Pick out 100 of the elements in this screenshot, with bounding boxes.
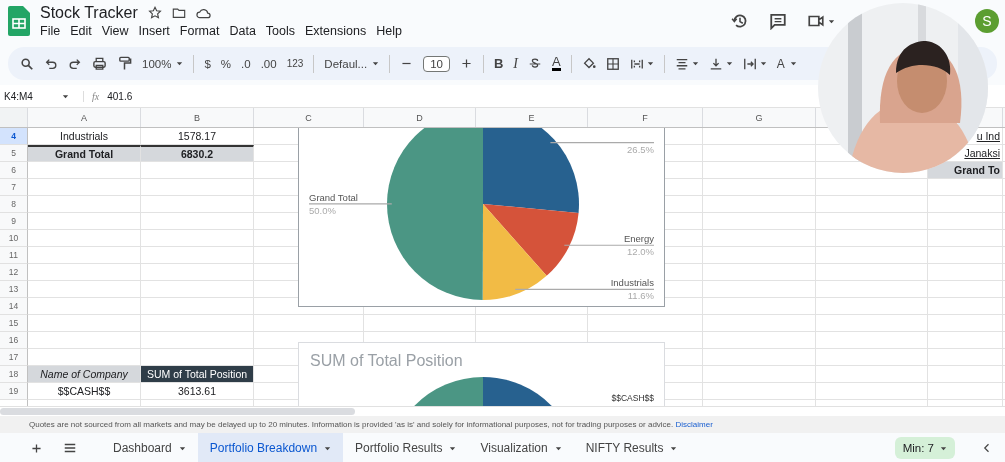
disclaimer-link[interactable]: Disclaimer (675, 420, 713, 429)
zoom-dropdown[interactable]: 100% (142, 57, 184, 70)
align-center-icon[interactable] (674, 56, 689, 71)
menu-item[interactable]: Extensions (305, 24, 367, 38)
table-cell: Grand Total (28, 145, 141, 162)
text-rotation-button[interactable]: A (776, 56, 797, 71)
caret-icon[interactable] (554, 444, 562, 452)
caret-icon[interactable] (789, 60, 797, 67)
increase-decimal-button[interactable]: .00 (260, 57, 277, 70)
row-number[interactable]: 11 (0, 247, 28, 264)
caret-icon[interactable] (62, 92, 69, 100)
row-number[interactable]: 16 (0, 332, 28, 349)
undo-icon[interactable] (44, 56, 58, 71)
print-icon[interactable] (92, 56, 107, 71)
notice-text: Quotes are not sourced from all markets and may be delayed up to 20 minutes. Information is provided 'as is' and solely for informational purposes, not for trading purposes or advice. Disclaimer (29, 420, 713, 429)
row-number[interactable]: 8 (0, 196, 28, 213)
formula-field[interactable]: 401.6 (107, 90, 133, 102)
row-number[interactable]: 17 (0, 349, 28, 366)
row-number[interactable]: 18 (0, 366, 28, 383)
align-bottom-icon[interactable] (708, 56, 723, 71)
sheet-tab[interactable]: Portfolio Breakdown (197, 433, 344, 462)
caret-icon[interactable] (176, 60, 184, 67)
caret-icon[interactable] (646, 60, 654, 67)
column-header[interactable]: F (642, 112, 648, 123)
folder-icon[interactable] (171, 6, 186, 20)
row-number[interactable]: 5 (0, 145, 28, 162)
row-number[interactable]: 4 (0, 128, 28, 145)
caret-icon[interactable] (725, 60, 733, 67)
menu-item[interactable]: View (101, 24, 129, 38)
text-color-button[interactable]: A (552, 56, 561, 71)
number-format-button[interactable]: 123 (286, 58, 304, 69)
caret-icon[interactable] (178, 444, 186, 452)
row-number[interactable]: 9 (0, 213, 28, 230)
caret-icon[interactable] (449, 444, 457, 452)
redo-icon[interactable] (68, 56, 82, 71)
comment-icon[interactable] (769, 12, 787, 30)
caret-icon[interactable] (691, 60, 699, 67)
scrollbar-thumb[interactable] (0, 408, 355, 415)
star-icon[interactable] (147, 6, 162, 20)
table-cell: 3613.61 (141, 383, 254, 400)
caret-icon[interactable] (940, 444, 947, 452)
decrease-decimal-button[interactable]: .0 (241, 57, 251, 70)
currency-format-button[interactable]: $ (204, 57, 211, 70)
history-icon[interactable] (731, 12, 749, 30)
table-cell: Grand To (928, 162, 1003, 179)
column-header[interactable]: G (755, 112, 763, 123)
menu-item[interactable]: Insert (138, 24, 170, 38)
strikethrough-icon[interactable] (528, 56, 543, 71)
paint-roller-icon[interactable] (117, 56, 132, 71)
table-cell: 6830.2 (141, 145, 254, 162)
text-wrap-icon[interactable] (742, 56, 757, 71)
caret-icon[interactable] (372, 60, 380, 67)
category-label: Grand Total (309, 191, 358, 203)
menu-item[interactable]: File (40, 24, 61, 38)
row-number[interactable]: 10 (0, 230, 28, 247)
column-header[interactable]: E (528, 112, 535, 123)
plus-icon[interactable] (459, 57, 473, 70)
menu-icon[interactable] (63, 441, 77, 455)
font-dropdown[interactable]: Defaul... (324, 57, 380, 70)
italic-button[interactable]: I (513, 55, 519, 72)
row-number[interactable]: 15 (0, 315, 28, 332)
column-header[interactable]: B (194, 112, 200, 123)
paint-bucket-icon[interactable] (581, 56, 596, 71)
sheet-tab[interactable]: NIFTY Results (573, 433, 690, 462)
search-icon[interactable] (20, 56, 34, 71)
spreadsheet-logo-icon[interactable] (8, 6, 30, 36)
row-number[interactable]: 6 (0, 162, 28, 179)
data-label: 11.6% (627, 290, 654, 302)
column-header[interactable]: A (81, 112, 87, 123)
document-title[interactable]: Stock Tracker (40, 4, 138, 22)
caret-icon[interactable] (828, 17, 835, 25)
caret-icon[interactable] (670, 444, 678, 452)
font-size-field[interactable]: 10 (423, 55, 450, 72)
row-number[interactable]: 13 (0, 281, 28, 298)
summary-chip[interactable]: Min: 7 (894, 437, 955, 459)
row-number[interactable]: 14 (0, 298, 28, 315)
menu-item[interactable]: Edit (70, 24, 92, 38)
row-number[interactable]: 19 (0, 383, 28, 400)
sheet-tab[interactable]: Dashboard (101, 433, 198, 462)
name-box[interactable]: K4:M4 (4, 90, 62, 102)
caret-icon[interactable] (759, 60, 767, 67)
column-header[interactable]: C (305, 112, 312, 123)
chart-title: SUM of Total Position (310, 352, 463, 370)
sheet-tab[interactable]: Portfolio Results (343, 433, 469, 462)
table-cell: SUM of Total Position (141, 366, 254, 383)
menu-item[interactable]: Data (229, 24, 256, 38)
bold-button[interactable]: B (493, 56, 504, 71)
menu-item[interactable]: Format (179, 24, 220, 38)
menu-item[interactable]: Help (376, 24, 402, 38)
row-number[interactable]: 12 (0, 264, 28, 281)
percent-format-button[interactable]: % (220, 57, 232, 70)
sheet-tab[interactable]: Visualization (468, 433, 574, 462)
menu-item[interactable]: Tools (265, 24, 296, 38)
row-number[interactable]: 7 (0, 179, 28, 196)
caret-icon[interactable] (324, 444, 332, 452)
add-icon[interactable] (30, 441, 43, 455)
category-label: Industrials (610, 277, 654, 289)
column-header[interactable]: D (416, 112, 423, 123)
category-label: Energy (623, 233, 654, 245)
borders-icon[interactable] (605, 56, 620, 71)
